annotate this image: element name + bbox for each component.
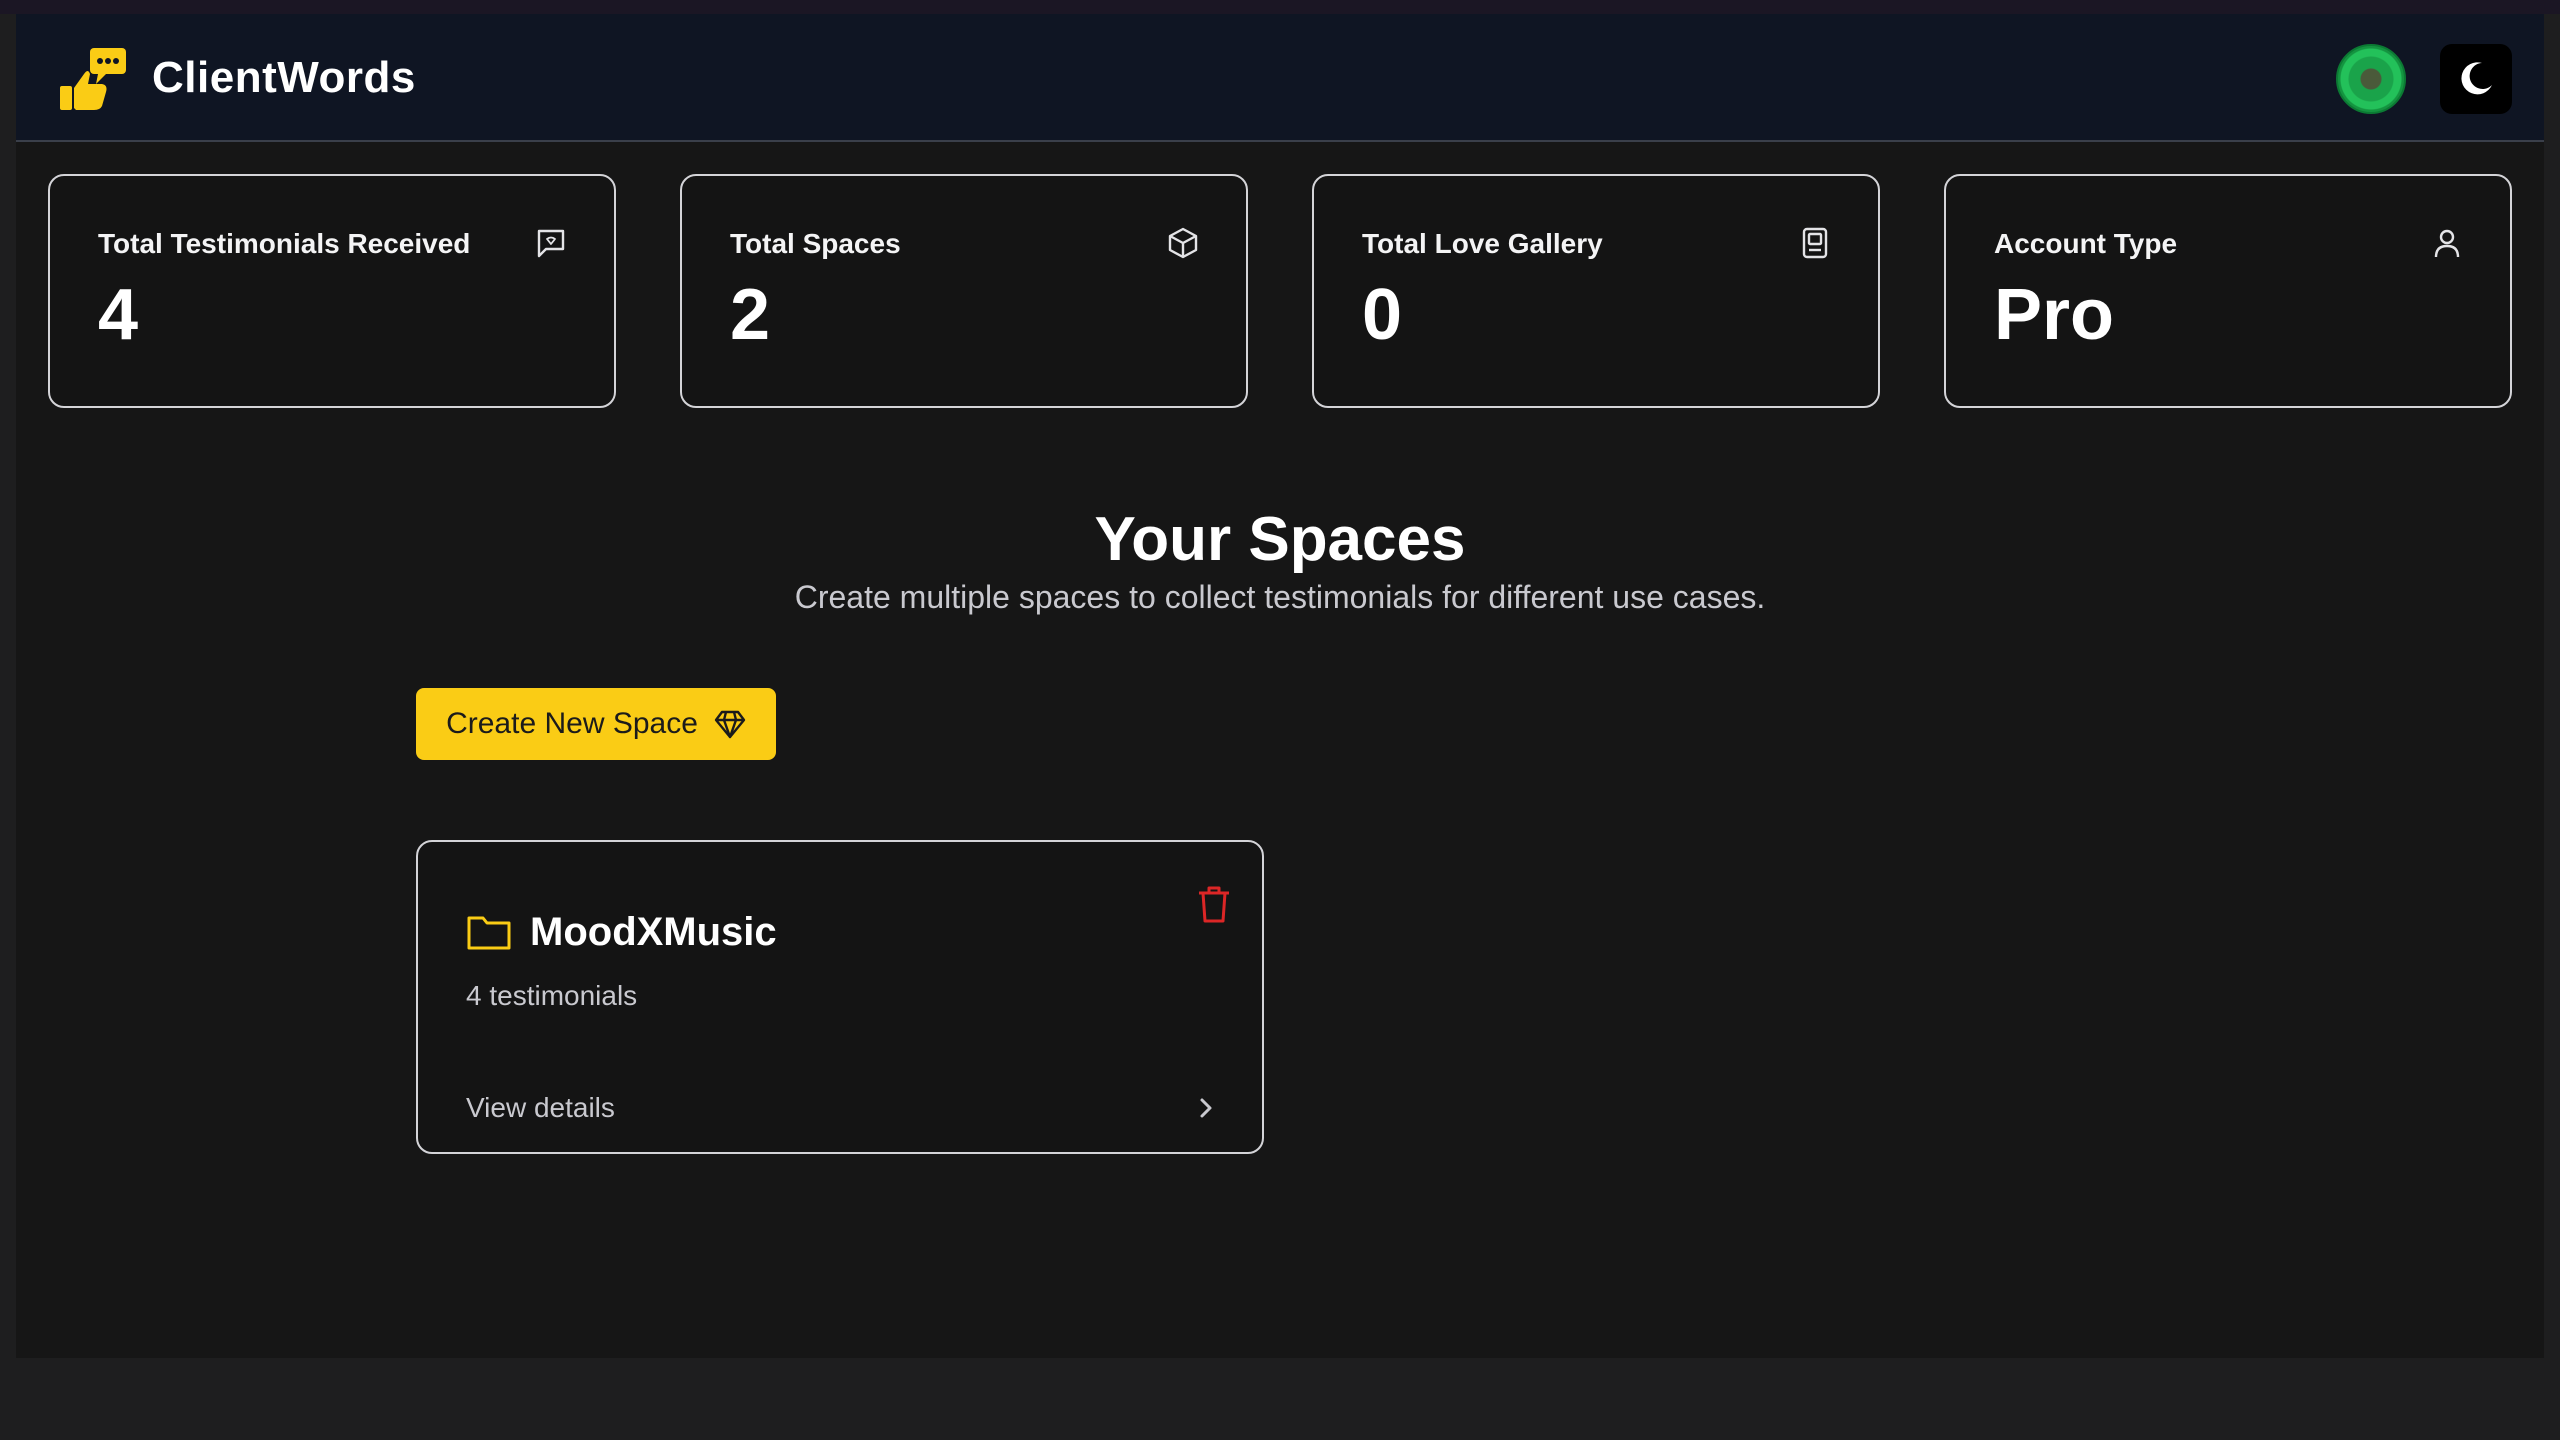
stat-title: Total Love Gallery [1362, 228, 1603, 259]
thumbs-up-chat-icon [60, 48, 126, 110]
brand[interactable]: ClientWords [56, 44, 416, 112]
stat-title: Account Type [1994, 228, 2178, 259]
stat-card-account-type: Account Type Pro [1944, 174, 2512, 408]
moon-icon [2461, 62, 2492, 95]
window-top-strip [0, 0, 2560, 14]
app-window: ClientWords Total Testimonials Received … [16, 14, 2544, 1358]
stat-card-spaces: Total Spaces 2 [680, 174, 1248, 408]
stat-value: Pro [1994, 275, 2115, 355]
user-avatar[interactable] [2336, 44, 2406, 114]
page-subtitle: Create multiple spaces to collect testim… [794, 579, 1766, 615]
stat-title: Total Spaces [730, 228, 901, 259]
space-testimonial-count: 4 testimonials [466, 980, 638, 1011]
create-new-space-button[interactable]: Create New Space [416, 688, 776, 760]
space-card[interactable]: MoodXMusic 4 testimonials View details [416, 840, 1264, 1154]
gem-icon [714, 710, 746, 739]
navbar: ClientWords [16, 14, 2544, 142]
space-name: MoodXMusic [530, 910, 777, 954]
gallery-icon [1802, 227, 1828, 259]
box-icon [1168, 227, 1198, 259]
chevron-right-icon[interactable] [1194, 1092, 1218, 1124]
stat-value: 4 [98, 275, 139, 355]
brand-name: ClientWords [152, 53, 416, 102]
theme-toggle-button[interactable] [2440, 44, 2512, 114]
page-title: Your Spaces [1094, 505, 1466, 574]
trash-icon[interactable] [1196, 884, 1232, 924]
user-icon [2434, 229, 2460, 258]
stat-value: 2 [730, 275, 771, 355]
view-details-link[interactable]: View details [466, 1092, 615, 1124]
stat-value: 0 [1362, 275, 1403, 355]
stat-title: Total Testimonials Received [98, 228, 471, 259]
message-square-icon [537, 229, 565, 258]
folder-icon [467, 916, 511, 950]
stat-card-testimonials: Total Testimonials Received 4 [48, 174, 616, 408]
stat-card-love-gallery: Total Love Gallery 0 [1312, 174, 1880, 408]
create-button-label: Create New Space [446, 707, 698, 740]
